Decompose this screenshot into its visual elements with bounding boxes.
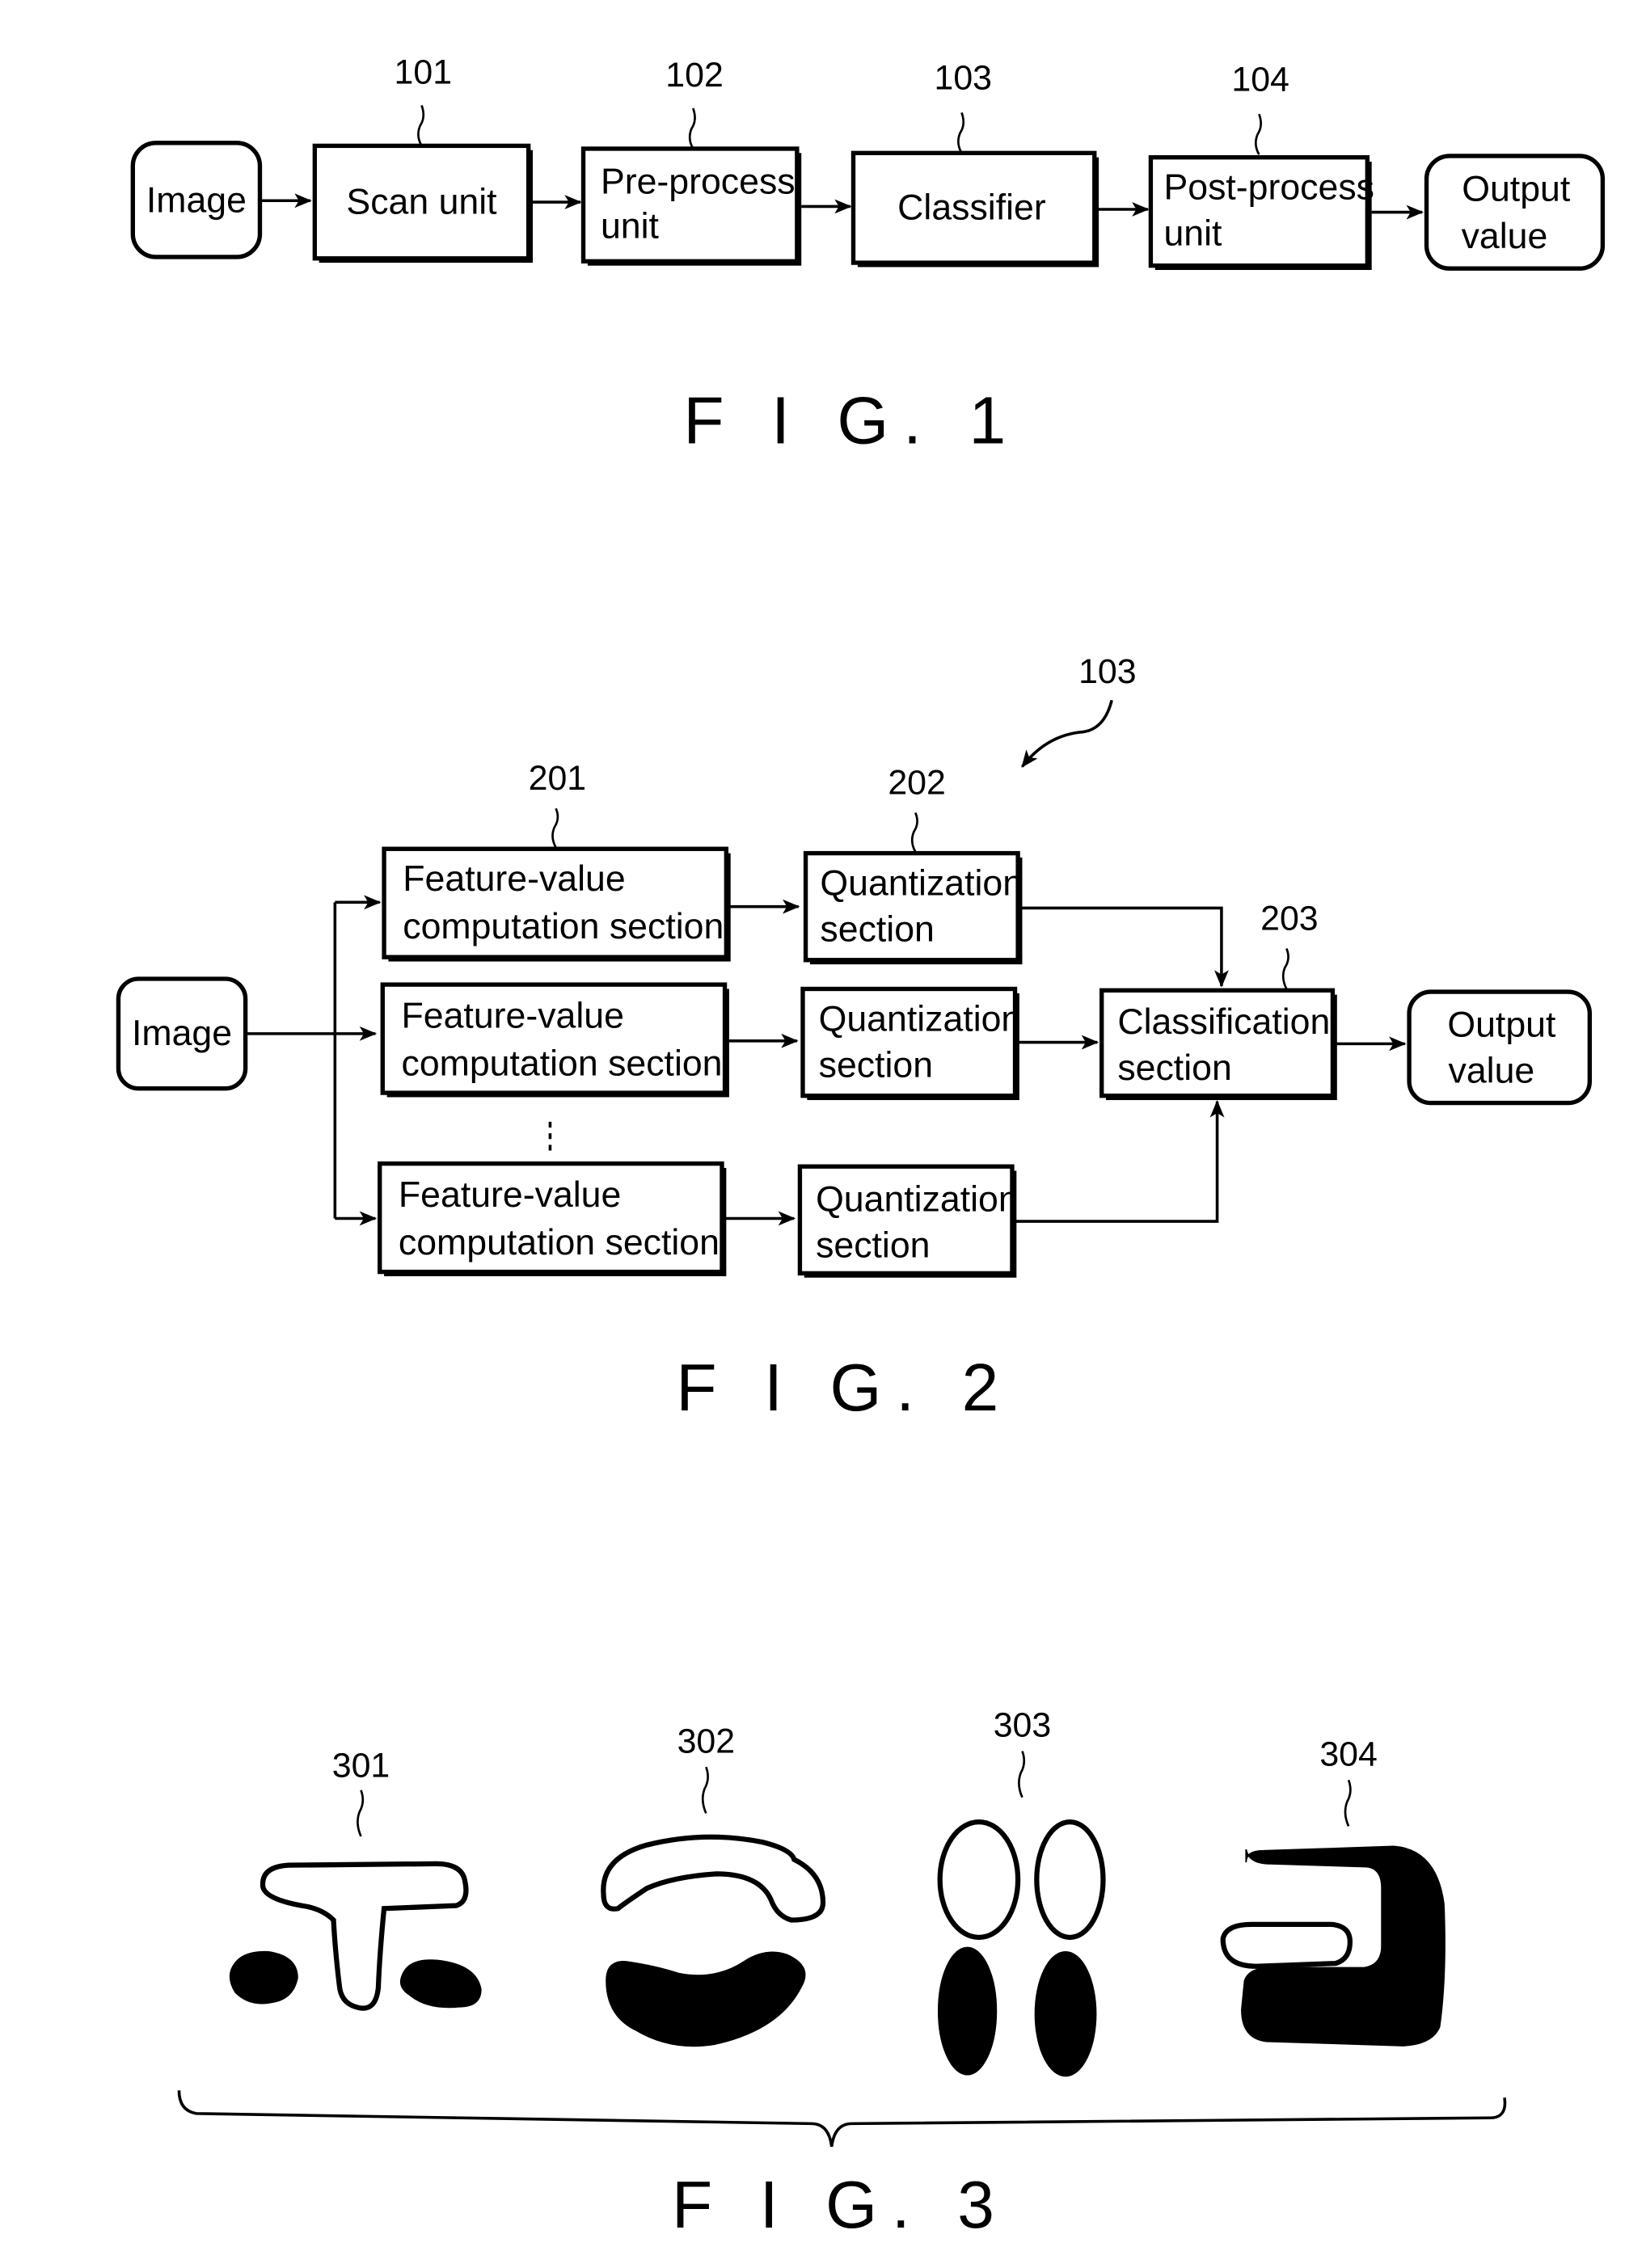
upper-arc-outline bbox=[601, 1834, 826, 1923]
fig3-caption: F I G. 3 bbox=[672, 2169, 1009, 2242]
fig1-postprocess-label-1: Post-process bbox=[1163, 167, 1374, 207]
fig1-image-label: Image bbox=[146, 181, 247, 221]
fig1-classifier-block: Classifier 103 bbox=[850, 59, 1099, 268]
fig2-quant-1-label-1: Quantization bbox=[820, 863, 1023, 903]
ref-103: 103 bbox=[934, 59, 992, 98]
figure-2: 103 Image Feature-value computation sect… bbox=[116, 652, 1593, 1425]
fig2-class-label-2: section bbox=[1117, 1048, 1231, 1088]
figure-1: Image Scan unit 101 Pre-process unit 102… bbox=[130, 53, 1606, 457]
ref-302-leader bbox=[701, 1766, 709, 1814]
fig1-caption: F I G. 1 bbox=[683, 384, 1020, 457]
fig1-preprocess-label-1: Pre-process bbox=[601, 162, 796, 201]
fig2-quant-3-label-2: section bbox=[816, 1226, 930, 1266]
left-blob-solid bbox=[229, 1950, 298, 2005]
fig2-quant-3-label-1: Quantization bbox=[816, 1180, 1019, 1220]
lower-arc-solid bbox=[606, 1951, 806, 2047]
ref-301: 301 bbox=[332, 1747, 390, 1785]
inner-bar-outline bbox=[1220, 1921, 1353, 1969]
fig1-output-label-2: value bbox=[1462, 217, 1548, 256]
ellipse-upper-right-outline bbox=[1034, 1819, 1106, 1941]
fig1-image-block: Image bbox=[130, 141, 263, 259]
ref-102-leader bbox=[688, 107, 696, 150]
ref-202: 202 bbox=[888, 763, 946, 802]
fig2-feature-block-2: Feature-value computation section bbox=[380, 982, 729, 1098]
pattern-303: 303 bbox=[937, 1706, 1106, 2077]
ref-103-group-arrow bbox=[1021, 699, 1113, 768]
fig2-classification-block: Classification section 203 bbox=[1099, 899, 1337, 1101]
fig2-quant-1-to-class-arrow bbox=[1020, 906, 1229, 988]
pattern-302: 302 bbox=[601, 1722, 826, 2047]
fig2-image-block: Image bbox=[116, 976, 248, 1091]
fig1-preprocess-label-2: unit bbox=[601, 207, 660, 247]
ref-203: 203 bbox=[1260, 899, 1319, 938]
fig2-quant-block-3: Quantization section bbox=[797, 1164, 1019, 1278]
fig1-output-label-1: Output bbox=[1462, 169, 1571, 209]
ref-103-group: 103 bbox=[1078, 652, 1137, 691]
ref-101-leader bbox=[417, 104, 425, 147]
fig2-quant-3-to-class-arrow bbox=[1015, 1100, 1225, 1223]
pattern-301: 301 bbox=[229, 1747, 482, 2011]
fig2-feature-1-label-2: computation section bbox=[403, 907, 724, 946]
fig2-quant-2-label-2: section bbox=[819, 1045, 933, 1085]
ellipse-lower-left-solid bbox=[937, 1946, 998, 2076]
ref-203-leader bbox=[1281, 947, 1289, 990]
ref-101: 101 bbox=[395, 53, 453, 92]
fig2-image-label: Image bbox=[132, 1014, 232, 1053]
ref-102: 102 bbox=[665, 56, 724, 95]
fig2-class-label-1: Classification bbox=[1117, 1002, 1330, 1042]
pattern-304: 304 bbox=[1220, 1735, 1446, 2047]
fig2-quant-1-label-2: section bbox=[820, 910, 934, 950]
ref-304-leader bbox=[1344, 1779, 1352, 1827]
fig2-output-block: Output value bbox=[1407, 989, 1593, 1106]
fig1-postprocess-block: Post-process unit 104 bbox=[1148, 61, 1374, 271]
ref-302: 302 bbox=[677, 1722, 736, 1760]
fig2-feature-2-label-1: Feature-value bbox=[401, 997, 623, 1036]
ref-303-leader bbox=[1018, 1751, 1026, 1798]
ellipse-lower-right-solid bbox=[1034, 1950, 1097, 2077]
fig2-feature-3-label-2: computation section bbox=[399, 1223, 720, 1263]
fig2-output-label-2: value bbox=[1449, 1052, 1535, 1091]
fig2-feature-2-label-2: computation section bbox=[401, 1044, 722, 1084]
fig1-postprocess-label-2: unit bbox=[1163, 214, 1222, 254]
ref-201-leader bbox=[551, 807, 559, 849]
grouping-brace bbox=[177, 2090, 1507, 2148]
figure-3: 301 302 303 304 F I G. 3 bbox=[177, 1706, 1507, 2242]
fig2-quant-block-1: Quantization section 202 bbox=[803, 763, 1023, 965]
fig2-feature-3-label-1: Feature-value bbox=[399, 1175, 621, 1215]
fig1-scan-unit-label: Scan unit bbox=[346, 182, 497, 221]
fig2-quant-block-2: Quantization section bbox=[800, 986, 1022, 1101]
ellipse-upper-left-outline bbox=[937, 1819, 1021, 1941]
ref-301-leader bbox=[357, 1790, 365, 1837]
ref-201: 201 bbox=[529, 759, 587, 798]
fig2-feature-1-label-1: Feature-value bbox=[403, 859, 625, 899]
fig1-preprocess-block: Pre-process unit 102 bbox=[580, 56, 802, 266]
fig1-scan-unit-block: Scan unit 101 bbox=[312, 53, 534, 263]
fig1-output-block: Output value bbox=[1424, 154, 1606, 271]
right-blob-solid bbox=[399, 1959, 482, 2009]
ref-202-leader bbox=[910, 812, 918, 853]
ref-304: 304 bbox=[1319, 1735, 1378, 1773]
ref-103-leader bbox=[957, 112, 965, 154]
ref-303: 303 bbox=[994, 1706, 1052, 1745]
ref-104: 104 bbox=[1231, 61, 1289, 99]
ref-104-leader bbox=[1254, 113, 1262, 155]
fig2-feature-block-3: Feature-value computation section bbox=[378, 1161, 727, 1276]
fig1-classifier-label: Classifier bbox=[897, 188, 1046, 227]
fig2-quant-2-label-1: Quantization bbox=[819, 999, 1022, 1039]
fig2-caption: F I G. 2 bbox=[676, 1351, 1013, 1425]
fig2-output-label-1: Output bbox=[1447, 1005, 1556, 1044]
fig2-feature-block-1: Feature-value computation section 201 bbox=[382, 759, 731, 962]
patent-drawing-sheet: Image Scan unit 101 Pre-process unit 102… bbox=[116, 53, 1606, 2242]
